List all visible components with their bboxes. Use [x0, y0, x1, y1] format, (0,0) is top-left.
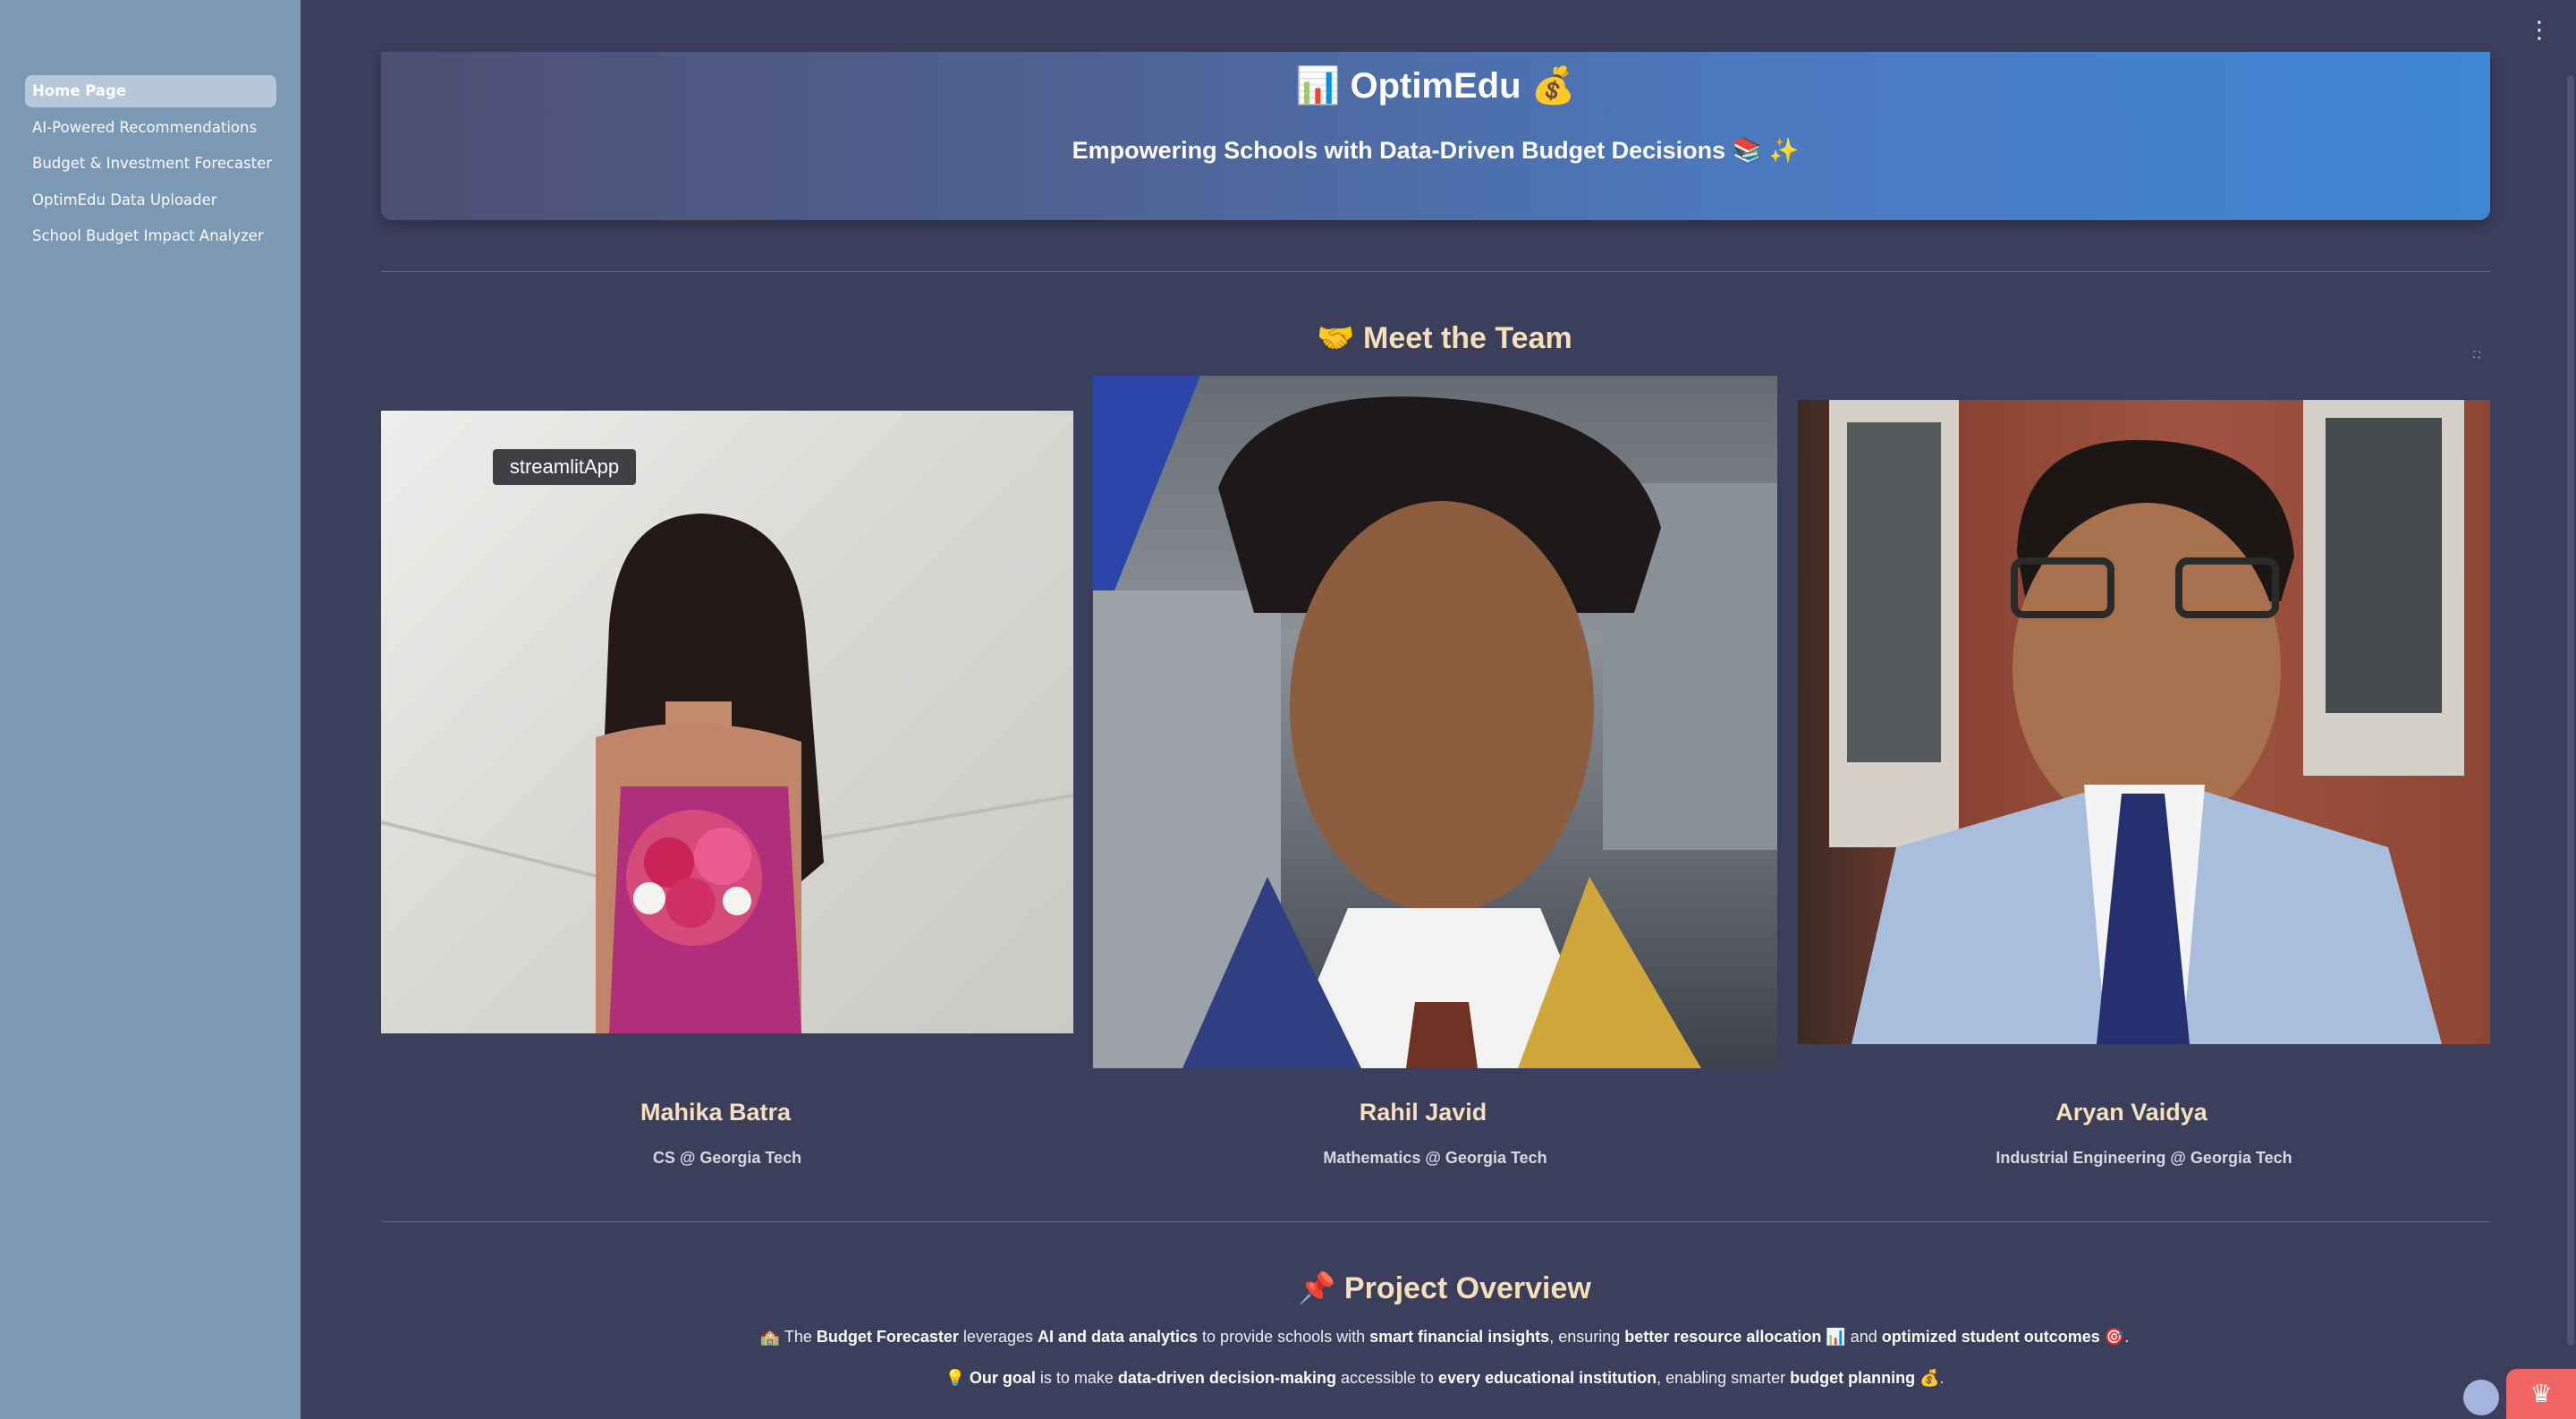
sidebar-nav: Home Page AI-Powered Recommendations Bud…	[25, 75, 276, 257]
main-scrollbar[interactable]	[2567, 75, 2574, 1346]
header-banner: 📊 OptimEdu 💰 Empowering Schools with Dat…	[381, 52, 2490, 220]
team-section-title: 🤝 Meet the Team	[1317, 321, 1572, 355]
team-photo-mahika	[381, 411, 1073, 1033]
image-tooltip: streamlitApp	[493, 449, 636, 485]
fullscreen-icon[interactable]: ⛶	[2469, 348, 2485, 364]
member-role-rahil: Mathematics @ Georgia Tech	[1323, 1149, 1547, 1167]
page-subtitle: Empowering Schools with Data-Driven Budg…	[1072, 137, 1800, 164]
overview-section-title: 📌 Project Overview	[1298, 1271, 1591, 1305]
divider	[381, 1221, 2490, 1222]
member-role-aryan: Industrial Engineering @ Georgia Tech	[1996, 1149, 2292, 1167]
crown-icon: ♛	[2529, 1379, 2553, 1408]
sidebar-item-home-page[interactable]: Home Page	[25, 75, 276, 107]
sidebar-item-budget-impact-analyzer[interactable]: School Budget Impact Analyzer	[25, 220, 276, 252]
crown-button[interactable]: ♛	[2506, 1369, 2576, 1419]
member-role-mahika: CS @ Georgia Tech	[652, 1149, 802, 1167]
sidebar-item-data-uploader[interactable]: OptimEdu Data Uploader	[25, 184, 276, 217]
divider	[381, 271, 2490, 272]
streamlit-logo-icon[interactable]	[2463, 1380, 2499, 1415]
team-photo-rahil	[1093, 376, 1777, 1068]
team-photo-aryan	[1798, 400, 2490, 1044]
vertical-dots-icon[interactable]: ⋮	[2528, 19, 2551, 42]
overview-paragraph-2: 💡 Our goal is to make data-driven decisi…	[945, 1369, 1945, 1387]
sidebar-item-budget-forecaster[interactable]: Budget & Investment Forecaster	[25, 148, 276, 180]
sidebar-item-ai-recommendations[interactable]: AI-Powered Recommendations	[25, 112, 276, 144]
sidebar: Home Page AI-Powered Recommendations Bud…	[0, 0, 301, 1419]
overview-paragraph-1: 🏫 The Budget Forecaster leverages AI and…	[759, 1328, 2130, 1346]
member-name-rahil: Rahil Javid	[1359, 1099, 1487, 1126]
member-name-mahika: Mahika Batra	[640, 1099, 792, 1126]
page-title: 📊 OptimEdu 💰	[1295, 66, 1576, 106]
member-name-aryan: Aryan Vaidya	[2055, 1099, 2207, 1126]
